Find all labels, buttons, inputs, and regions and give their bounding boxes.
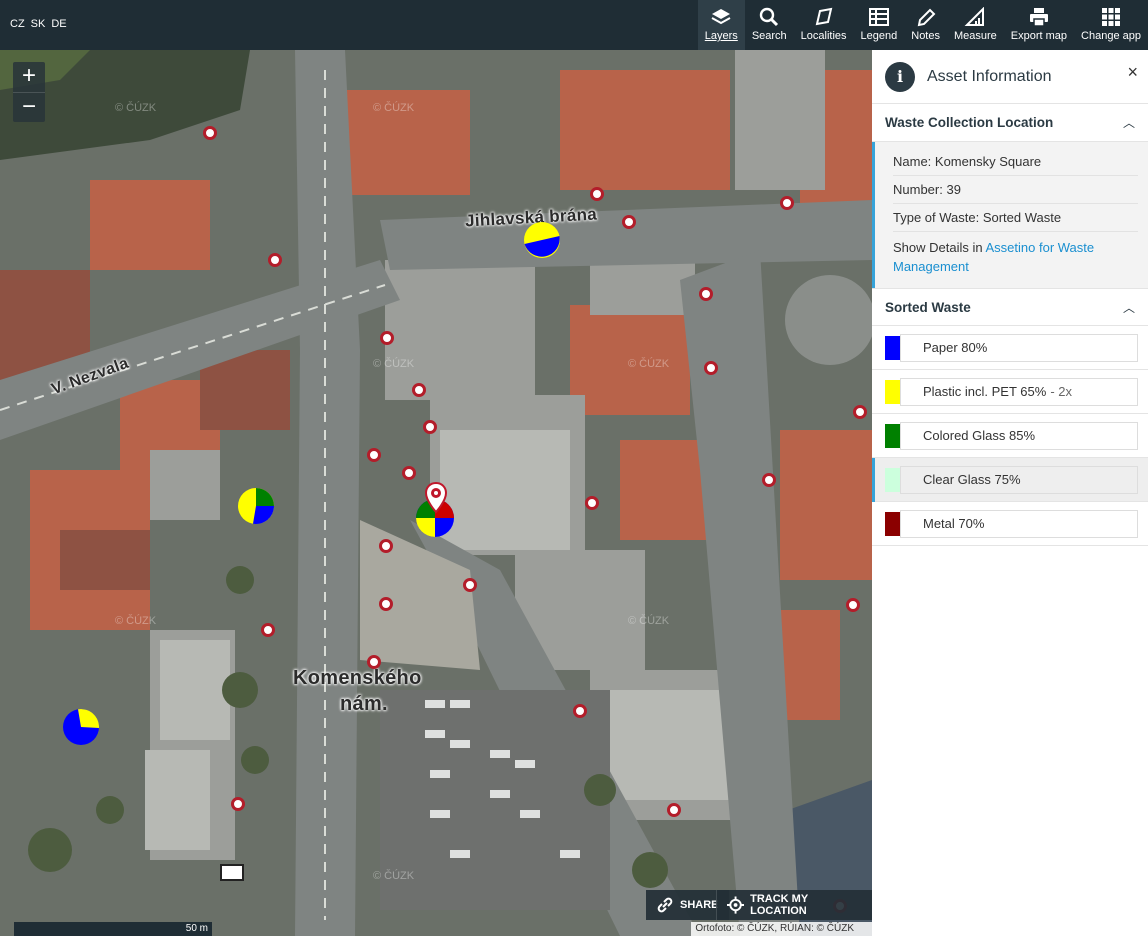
waste-point-marker[interactable]: [853, 405, 867, 419]
waste-point-marker[interactable]: [380, 331, 394, 345]
tool-localities[interactable]: Localities: [794, 0, 854, 50]
lang-cz[interactable]: CZ: [10, 18, 25, 30]
waste-point-marker[interactable]: [261, 623, 275, 637]
waste-point-marker[interactable]: [699, 287, 713, 301]
tool-search[interactable]: Search: [745, 0, 794, 50]
zoom-control: + −: [13, 62, 45, 122]
toolbar: Layers Search Localities Legend Notes Me…: [697, 0, 1148, 50]
sorted-waste-pie-marker[interactable]: [62, 708, 100, 746]
map-feature-rectangle: [220, 864, 244, 881]
waste-point-marker[interactable]: [231, 797, 245, 811]
map-canvas[interactable]: © ČÚZK © ČÚZK © ČÚZK © ČÚZK © ČÚZK © ČÚZ…: [0, 50, 872, 936]
tool-measure[interactable]: Measure: [947, 0, 1004, 50]
location-details: Name: Komensky Square Number: 39 Type of…: [872, 142, 1148, 288]
map-watermark: © ČÚZK: [373, 870, 415, 882]
waste-point-marker[interactable]: [762, 473, 776, 487]
lang-sk[interactable]: SK: [31, 18, 46, 30]
ruler-icon: [964, 7, 985, 26]
waste-item-plastic[interactable]: Plastic incl. PET 65% - 2x: [872, 370, 1148, 414]
zoom-out-button[interactable]: −: [13, 92, 45, 122]
waste-item-metal[interactable]: Metal 70%: [872, 502, 1148, 546]
layers-icon: [711, 9, 731, 25]
waste-point-marker[interactable]: [203, 126, 217, 140]
chevron-up-icon: ︿: [1122, 300, 1135, 315]
waste-item-clear-glass[interactable]: Clear Glass 75%: [872, 458, 1148, 502]
crosshair-icon: [727, 896, 745, 914]
detail-name: Name: Komensky Square: [893, 148, 1138, 176]
map-watermark: © ČÚZK: [628, 615, 670, 627]
map-watermark: © ČÚZK: [628, 358, 670, 370]
waste-point-marker[interactable]: [780, 196, 794, 210]
panel-title: Asset Information: [927, 67, 1052, 85]
top-bar: CZ SK DE Layers Search Localities Legend…: [0, 0, 1148, 50]
link-icon: [657, 897, 673, 913]
waste-point-marker[interactable]: [463, 578, 477, 592]
place-label-komenskeho: Komenského: [293, 667, 422, 689]
waste-point-marker[interactable]: [379, 539, 393, 553]
color-swatch: [885, 467, 900, 492]
waste-point-marker[interactable]: [423, 420, 437, 434]
waste-point-marker[interactable]: [622, 215, 636, 229]
waste-point-marker[interactable]: [367, 448, 381, 462]
waste-point-marker[interactable]: [846, 598, 860, 612]
selected-location-pin-icon: [425, 482, 447, 514]
section-sorted-waste[interactable]: Sorted Waste ︿: [872, 288, 1148, 326]
place-label-nam: nám.: [340, 693, 388, 715]
waste-item-paper[interactable]: Paper 80%: [872, 326, 1148, 370]
tool-layers[interactable]: Layers: [697, 0, 745, 50]
sorted-waste-pie-marker[interactable]: [237, 487, 275, 525]
tool-change-app[interactable]: Change app: [1074, 0, 1148, 50]
lang-de[interactable]: DE: [51, 18, 66, 30]
section-waste-collection-location[interactable]: Waste Collection Location ︿: [872, 104, 1148, 142]
waste-point-marker[interactable]: [573, 704, 587, 718]
map-watermark: © ČÚZK: [373, 358, 415, 370]
color-swatch: [885, 379, 900, 404]
close-icon[interactable]: ×: [1127, 62, 1138, 83]
waste-item-colored-glass[interactable]: Colored Glass 85%: [872, 414, 1148, 458]
info-icon: i: [885, 61, 915, 92]
waste-point-marker[interactable]: [590, 187, 604, 201]
printer-icon: [1029, 8, 1048, 27]
color-swatch: [885, 335, 900, 360]
language-switcher: CZ SK DE: [10, 18, 67, 30]
detail-show-details: Show Details in Assetino for Waste Manag…: [893, 240, 1095, 274]
localities-icon: [815, 7, 832, 26]
detail-type: Type of Waste: Sorted Waste: [893, 204, 1138, 232]
panel-header: i Asset Information ×: [872, 50, 1148, 104]
waste-point-marker[interactable]: [402, 466, 416, 480]
tool-export-map[interactable]: Export map: [1004, 0, 1074, 50]
legend-icon: [868, 8, 889, 26]
color-swatch: [885, 423, 900, 448]
asset-information-panel: i Asset Information × Waste Collection L…: [872, 50, 1148, 936]
waste-point-marker[interactable]: [367, 655, 381, 669]
zoom-in-button[interactable]: +: [13, 62, 45, 92]
color-swatch: [885, 511, 900, 536]
pencil-icon: [917, 8, 936, 27]
tool-notes[interactable]: Notes: [904, 0, 947, 50]
sorted-waste-pie-marker[interactable]: [523, 221, 561, 259]
chevron-up-icon: ︿: [1122, 116, 1135, 130]
map-watermark: © ČÚZK: [373, 102, 415, 114]
map-watermark: © ČÚZK: [115, 102, 157, 114]
map-watermark: © ČÚZK: [115, 615, 157, 627]
waste-point-marker[interactable]: [268, 253, 282, 267]
search-icon: [760, 7, 779, 27]
waste-point-marker[interactable]: [585, 496, 599, 510]
waste-point-marker[interactable]: [704, 361, 718, 375]
map-attribution: Ortofoto: © ČÚZK, RÚIAN: © ČÚZK: [691, 922, 872, 936]
tool-legend[interactable]: Legend: [854, 0, 905, 50]
detail-number: Number: 39: [893, 176, 1138, 204]
track-my-location-button[interactable]: TRACK MY LOCATION: [716, 890, 872, 920]
scale-bar: 50 m: [14, 922, 212, 936]
grid-icon: [1102, 8, 1121, 26]
waste-point-marker[interactable]: [379, 597, 393, 611]
waste-point-marker[interactable]: [667, 803, 681, 817]
waste-point-marker[interactable]: [412, 383, 426, 397]
